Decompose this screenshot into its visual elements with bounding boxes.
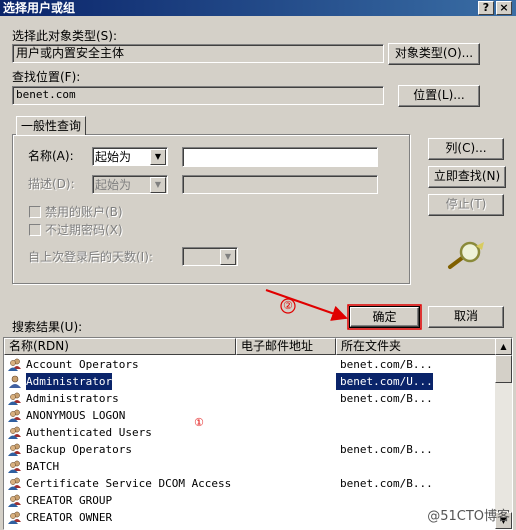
column-header-name[interactable]: 名称(RDN) <box>4 338 236 355</box>
row-name: CREATOR GROUP <box>26 494 113 507</box>
scroll-thumb[interactable] <box>495 355 512 383</box>
watermark: @51CTO博客 <box>427 509 510 524</box>
search-results-list[interactable]: 名称(RDN) 电子邮件地址 所在文件夹 Account Operators be… <box>3 337 513 530</box>
user-icon <box>8 375 22 388</box>
annotation-one: ① <box>194 416 204 429</box>
table-row[interactable]: Authenticated Users <box>4 424 498 441</box>
row-folder: benet.com/B... <box>340 358 433 371</box>
group-icon <box>8 392 22 405</box>
table-row[interactable]: Backup Operators benet.com/B... <box>4 441 498 458</box>
group-icon <box>8 443 22 456</box>
row-name: Administrators <box>26 392 119 405</box>
group-icon <box>8 460 22 473</box>
row-name: Account Operators <box>26 358 139 371</box>
table-row[interactable]: Account Operators benet.com/B... <box>4 356 498 373</box>
ok-button[interactable]: 确定 <box>349 306 420 328</box>
row-name: Authenticated Users <box>26 426 152 439</box>
group-icon <box>8 477 22 490</box>
table-row[interactable]: BATCH <box>4 458 498 475</box>
row-name: Backup Operators <box>26 443 132 456</box>
table-row[interactable]: ANONYMOUS LOGON <box>4 407 498 424</box>
scroll-up-icon[interactable]: ▲ <box>495 338 512 355</box>
group-icon <box>8 358 22 371</box>
group-icon <box>8 511 22 524</box>
table-row[interactable]: Administrators benet.com/B... <box>4 390 498 407</box>
annotation-two: ② <box>283 299 293 312</box>
row-folder: benet.com/B... <box>340 477 433 490</box>
row-name: Administrator <box>26 373 113 390</box>
group-icon <box>8 494 22 507</box>
table-row[interactable]: Administrator benet.com/U... <box>4 373 498 390</box>
row-folder: benet.com/B... <box>340 443 433 456</box>
group-icon <box>8 426 22 439</box>
search-results-label: 搜索结果(U): <box>12 320 83 334</box>
row-folder: benet.com/B... <box>340 392 433 405</box>
row-name: BATCH <box>26 460 60 473</box>
row-folder: benet.com/U... <box>340 373 433 390</box>
row-name: CREATOR OWNER <box>26 511 113 524</box>
row-name: ANONYMOUS LOGON <box>26 409 126 422</box>
column-header-email[interactable]: 电子邮件地址 <box>236 338 336 355</box>
row-name: Certificate Service DCOM Access <box>26 477 232 490</box>
table-row[interactable]: CREATOR GROUP <box>4 492 498 509</box>
vertical-scrollbar[interactable]: ▲ ▼ <box>495 338 512 529</box>
group-icon <box>8 409 22 422</box>
cancel-button[interactable]: 取消 <box>428 306 504 328</box>
column-header-folder[interactable]: 所在文件夹 <box>336 338 496 355</box>
table-row[interactable]: CREATOR OWNER <box>4 509 498 526</box>
table-row[interactable]: Certificate Service DCOM Access benet.com… <box>4 475 498 492</box>
